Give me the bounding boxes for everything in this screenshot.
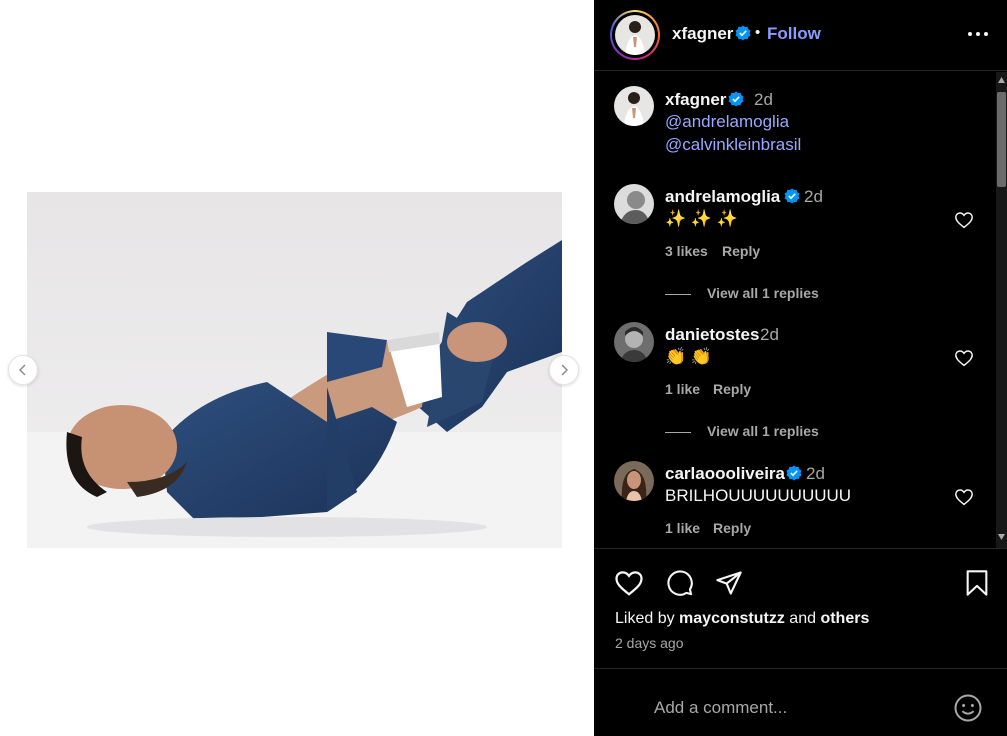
comments-scrollbar[interactable] xyxy=(996,72,1007,548)
chevron-right-icon xyxy=(561,364,569,376)
comment-input[interactable] xyxy=(654,693,934,723)
scrollbar-thumb[interactable] xyxy=(997,92,1006,187)
verified-badge-icon xyxy=(784,188,800,204)
verified-badge-icon xyxy=(728,91,744,107)
chevron-left-icon xyxy=(18,364,26,376)
comment-username[interactable]: carlaoooliveira xyxy=(665,464,785,484)
verified-badge-icon xyxy=(735,25,751,41)
comment-username[interactable]: danietostes xyxy=(665,325,759,345)
liked-by-others-link[interactable]: others xyxy=(820,610,869,627)
more-options-icon[interactable] xyxy=(966,24,990,44)
post-header: xfagner • Follow xyxy=(594,0,1007,71)
view-replies-button[interactable]: View all 1 replies xyxy=(665,285,819,301)
view-replies-label: View all 1 replies xyxy=(707,423,819,439)
emoji-icon[interactable] xyxy=(953,693,983,723)
comment-like-heart-icon[interactable] xyxy=(954,349,974,367)
comment-like-heart-icon[interactable] xyxy=(954,211,974,229)
comment-icon[interactable] xyxy=(666,569,694,597)
reply-button[interactable]: Reply xyxy=(713,520,751,536)
author-username[interactable]: xfagner xyxy=(672,24,733,44)
comment-text: BRILHOUUUUUUUUUU xyxy=(665,486,852,505)
header-separator: • xyxy=(755,24,761,41)
bookmark-icon[interactable] xyxy=(965,569,989,597)
post-photo[interactable] xyxy=(27,192,562,548)
replies-divider-line xyxy=(665,431,691,433)
add-comment-bar xyxy=(594,668,1007,736)
comment-username[interactable]: andrelamoglia xyxy=(665,187,780,207)
share-icon[interactable] xyxy=(715,569,743,597)
avatar[interactable] xyxy=(614,184,654,224)
comment-text: 👏 👏 xyxy=(665,347,713,366)
view-replies-button[interactable]: View all 1 replies xyxy=(665,423,819,439)
scroll-up-arrow-icon[interactable] xyxy=(998,77,1005,83)
comment-time: 2d xyxy=(760,325,779,344)
comment-likes[interactable]: 1 like xyxy=(665,381,700,397)
replies-divider-line xyxy=(665,293,691,295)
likes-conjunction: and xyxy=(789,610,816,627)
likes-summary: Liked by mayconstutzz and others xyxy=(615,610,869,628)
media-pane xyxy=(0,0,594,736)
post-side-panel: xfagner • Follow xfagner 2d @andrelamogl… xyxy=(594,0,1007,736)
mention-link[interactable]: @andrelamoglia xyxy=(665,112,789,132)
post-photo-illustration xyxy=(27,192,562,548)
reply-button[interactable]: Reply xyxy=(722,243,760,259)
reply-button[interactable]: Reply xyxy=(713,381,751,397)
comment-time: 2d xyxy=(806,464,825,483)
comment-text: ✨ ✨ ✨ xyxy=(665,209,738,228)
view-replies-label: View all 1 replies xyxy=(707,285,819,301)
follow-button[interactable]: Follow xyxy=(767,24,821,44)
scroll-down-arrow-icon[interactable] xyxy=(998,534,1005,540)
heart-icon[interactable] xyxy=(614,569,644,597)
next-slide-button[interactable] xyxy=(549,355,579,385)
post-actions: Liked by mayconstutzz and others 2 days … xyxy=(594,548,1007,668)
comment-likes[interactable]: 3 likes xyxy=(665,243,708,259)
previous-slide-button[interactable] xyxy=(8,355,38,385)
comment-time: 2d xyxy=(804,187,823,206)
mention-link[interactable]: @calvinkleinbrasil xyxy=(665,135,801,155)
likes-prefix: Liked by xyxy=(615,610,675,627)
liked-by-user-link[interactable]: mayconstutzz xyxy=(679,610,785,627)
comment-likes[interactable]: 1 like xyxy=(665,520,700,536)
avatar[interactable] xyxy=(614,461,654,501)
avatar[interactable] xyxy=(614,86,654,126)
caption-username[interactable]: xfagner xyxy=(665,90,726,110)
avatar[interactable] xyxy=(614,322,654,362)
verified-badge-icon xyxy=(786,465,802,481)
post-date: 2 days ago xyxy=(615,635,684,651)
author-avatar-ring[interactable] xyxy=(610,10,660,60)
comments-list[interactable]: xfagner 2d @andrelamoglia @calvinkleinbr… xyxy=(594,72,1007,548)
avatar xyxy=(615,15,655,55)
comment-like-heart-icon[interactable] xyxy=(954,488,974,506)
caption-time: 2d xyxy=(754,90,773,109)
